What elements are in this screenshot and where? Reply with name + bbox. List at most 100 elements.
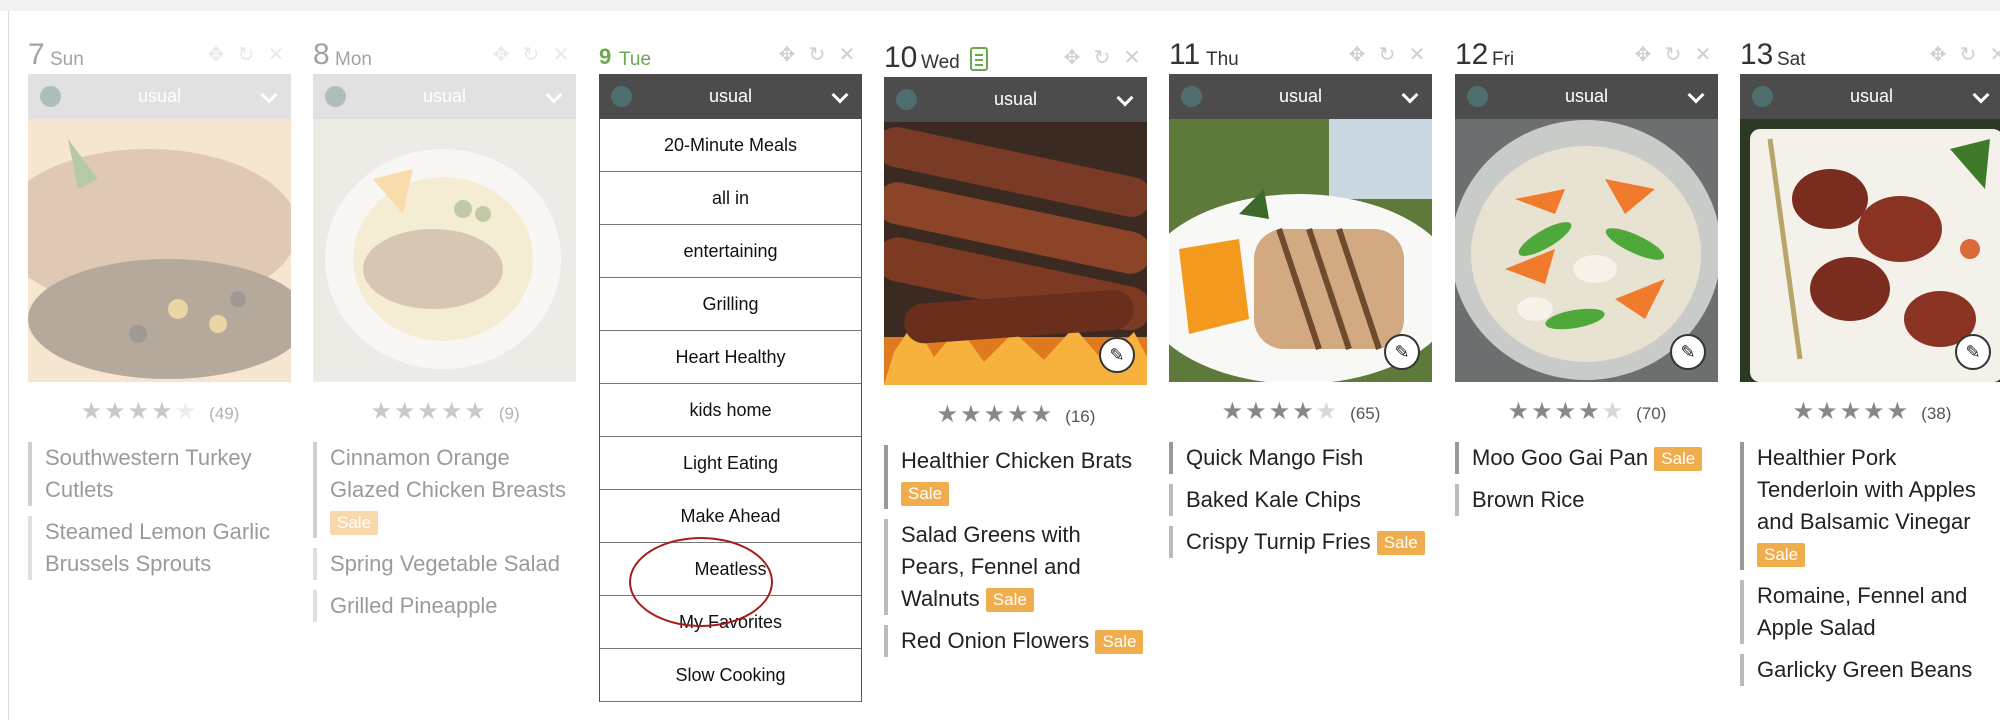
close-icon[interactable]: ✕ [1121, 47, 1143, 69]
recipe-photo[interactable]: ✎ [1455, 119, 1718, 382]
turkey-cutlet-image [28, 119, 291, 382]
pencil-icon[interactable]: ✎ [1099, 337, 1135, 373]
meal-item[interactable]: Healthier Chicken Brats Sale [884, 445, 1147, 509]
pencil-icon[interactable]: ✎ [1955, 334, 1991, 370]
move-icon[interactable]: ✥ [1927, 44, 1949, 66]
rating-count: (9) [498, 404, 520, 423]
day-column-mon: 8 Mon ✥ ↻ ✕ usual ★★★★★ (9) Cinnamon Ora… [313, 30, 576, 632]
recipe-photo[interactable]: ✎ [884, 122, 1147, 385]
meal-item[interactable]: Brown Rice [1455, 484, 1718, 516]
meal-item[interactable]: Quick Mango Fish [1169, 442, 1432, 474]
refresh-icon[interactable]: ↻ [520, 44, 542, 66]
move-icon[interactable]: ✥ [1061, 47, 1083, 69]
star-icon: ★ [464, 398, 486, 425]
meal-item[interactable]: Crispy Turnip Fries Sale [1169, 526, 1432, 558]
star-icon: ★ [1507, 398, 1530, 425]
dropdown-option[interactable]: Grilling [600, 278, 861, 331]
plan-dot [40, 86, 61, 107]
plan-selector[interactable]: usual [1740, 74, 2000, 119]
sale-badge: Sale [985, 588, 1034, 613]
chevron-down-icon [1972, 86, 1990, 104]
meal-item[interactable]: Spring Vegetable Salad [313, 548, 576, 580]
day-name: Fri [1492, 49, 1515, 70]
day-number: 11 [1169, 38, 1201, 71]
move-icon[interactable]: ✥ [205, 44, 227, 66]
day-number: 8 [313, 38, 330, 71]
refresh-icon[interactable]: ↻ [1957, 44, 1979, 66]
refresh-icon[interactable]: ↻ [235, 44, 257, 66]
day-header: 8 Mon ✥ ↻ ✕ [313, 30, 576, 74]
close-icon[interactable]: ✕ [1692, 44, 1714, 66]
dropdown-option[interactable]: Heart Healthy [600, 331, 861, 384]
close-icon[interactable]: ✕ [836, 44, 858, 66]
meal-item[interactable]: Garlicky Green Beans [1740, 654, 2000, 686]
meal-item[interactable]: Baked Kale Chips [1169, 484, 1432, 516]
meal-item[interactable]: Southwestern Turkey Cutlets [28, 442, 291, 506]
meal-item[interactable]: Steamed Lemon Garlic Brussels Sprouts [28, 516, 291, 580]
plan-selector[interactable]: usual [599, 74, 862, 119]
recipe-photo[interactable] [313, 119, 576, 382]
chevron-down-icon [1116, 89, 1134, 107]
close-icon[interactable]: ✕ [1406, 44, 1428, 66]
move-icon[interactable]: ✥ [1632, 44, 1654, 66]
recipe-photo[interactable] [28, 119, 291, 382]
refresh-icon[interactable]: ↻ [806, 44, 828, 66]
meal-item[interactable]: Romaine, Fennel and Apple Salad [1740, 580, 2000, 644]
plan-selector[interactable]: usual [313, 74, 576, 119]
move-icon[interactable]: ✥ [490, 44, 512, 66]
plan-selector[interactable]: usual [28, 74, 291, 119]
close-icon[interactable]: ✕ [1987, 44, 2000, 66]
meal-name: Brown Rice [1472, 487, 1585, 512]
recipe-photo[interactable]: ✎ [1740, 119, 2000, 382]
refresh-icon[interactable]: ↻ [1091, 47, 1113, 69]
recipe-photo[interactable]: ✎ [1169, 119, 1432, 382]
plan-selector[interactable]: usual [884, 77, 1147, 122]
meal-list: Cinnamon Orange Glazed Chicken Breasts S… [313, 442, 576, 622]
meal-item[interactable]: Salad Greens with Pears, Fennel and Waln… [884, 519, 1147, 615]
plan-dot [611, 86, 632, 107]
plan-label: usual [1849, 86, 1894, 106]
dropdown-option[interactable]: all in [600, 172, 861, 225]
refresh-icon[interactable]: ↻ [1662, 44, 1684, 66]
meal-item[interactable]: Moo Goo Gai Pan Sale [1455, 442, 1718, 474]
pencil-icon[interactable]: ✎ [1384, 334, 1420, 370]
pencil-icon[interactable]: ✎ [1670, 334, 1706, 370]
day-header: 12 Fri ✥ ↻ ✕ [1455, 30, 1718, 74]
plan-dot [1467, 86, 1488, 107]
sale-badge: Sale [1654, 447, 1703, 472]
day-column-sun: 7 Sun ✥ ↻ ✕ usual ★★★★★ (49) Southwester… [28, 30, 291, 590]
star-icon: ★ [1007, 401, 1029, 428]
dropdown-option[interactable]: Slow Cooking [600, 649, 861, 702]
plan-selector[interactable]: usual [1169, 74, 1432, 119]
star-icon: ★ [983, 401, 1006, 428]
plan-label: usual [422, 86, 467, 106]
rating-row: ★★★★★ (9) [313, 382, 576, 442]
day-name: Sat [1777, 49, 1806, 70]
meal-list: Healthier Chicken Brats Sale Salad Green… [884, 445, 1147, 657]
day-actions: ✥ ↻ ✕ [1346, 44, 1428, 66]
dropdown-option[interactable]: entertaining [600, 225, 861, 278]
meal-item[interactable]: Grilled Pineapple [313, 590, 576, 622]
move-icon[interactable]: ✥ [1346, 44, 1368, 66]
rating-row: ★★★★★ (70) [1455, 382, 1718, 442]
meal-item[interactable]: Healthier Pork Tenderloin with Apples an… [1740, 442, 2000, 570]
meal-item[interactable]: Cinnamon Orange Glazed Chicken Breasts S… [313, 442, 576, 538]
recipe-card-icon[interactable] [970, 47, 988, 71]
day-name: Mon [335, 49, 372, 70]
dropdown-option[interactable]: Make Ahead [600, 490, 861, 543]
move-icon[interactable]: ✥ [776, 44, 798, 66]
day-header: 7 Sun ✥ ↻ ✕ [28, 30, 291, 74]
dropdown-option[interactable]: kids home [600, 384, 861, 437]
chevron-down-icon [260, 86, 278, 104]
meal-name: Romaine, Fennel and Apple Salad [1757, 583, 1968, 640]
plan-selector[interactable]: usual [1455, 74, 1718, 119]
star-icon: ★ [1315, 398, 1338, 425]
meal-item[interactable]: Red Onion Flowers Sale [884, 625, 1147, 657]
dropdown-option[interactable]: 20-Minute Meals [600, 119, 861, 172]
refresh-icon[interactable]: ↻ [1376, 44, 1398, 66]
dropdown-option[interactable]: Light Eating [600, 437, 861, 490]
star-icon: ★ [1792, 398, 1815, 425]
close-icon[interactable]: ✕ [265, 44, 287, 66]
close-icon[interactable]: ✕ [550, 44, 572, 66]
star-icon: ★ [1816, 398, 1838, 425]
